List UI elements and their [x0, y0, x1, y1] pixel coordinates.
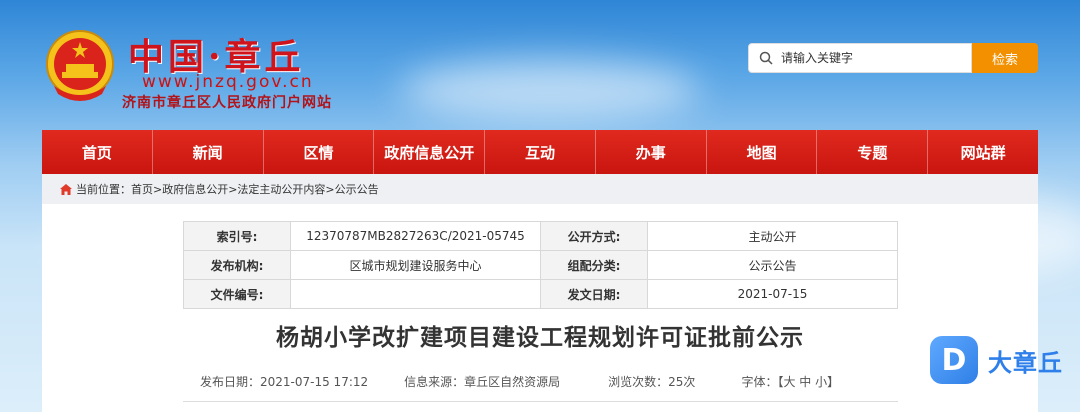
- watermark: D 大章丘: [930, 336, 1063, 384]
- doc-number-label: 文件编号:: [183, 279, 291, 309]
- doc-number-value: [290, 279, 541, 309]
- search-input[interactable]: [781, 51, 951, 65]
- info-source: 信息来源：章丘区自然资源局: [404, 375, 561, 389]
- search-button[interactable]: 检索: [972, 43, 1038, 73]
- search-bar: 检索: [748, 43, 1038, 73]
- watermark-text: 大章丘: [988, 348, 1063, 377]
- index-label: 索引号:: [183, 221, 291, 251]
- document-meta-table: 索引号: 12370787MB2827263C/2021-05745 公开方式:…: [183, 221, 898, 309]
- publisher-value: 区城市规划建设服务中心: [290, 250, 541, 280]
- nav-item-news[interactable]: 新闻: [153, 130, 264, 174]
- watermark-logo-icon: D: [930, 336, 978, 384]
- home-icon: [60, 183, 72, 195]
- nav-item-home[interactable]: 首页: [42, 130, 153, 174]
- breadcrumb: 当前位置：首页>政府信息公开>法定主动公开内容>公示公告: [42, 174, 1038, 204]
- national-emblem-icon: [46, 30, 114, 101]
- site-subtitle: 济南市章丘区人民政府门户网站: [122, 95, 332, 111]
- nav-item-gov-info-disclosure[interactable]: 政府信息公开: [374, 130, 486, 174]
- breadcrumb-text[interactable]: 当前位置：首页>政府信息公开>法定主动公开内容>公示公告: [76, 181, 379, 197]
- publisher-label: 发布机构:: [183, 250, 291, 280]
- category-label: 组配分类:: [540, 250, 648, 280]
- divider: [183, 401, 898, 402]
- site-header: 中国·章丘 www.jnzq.gov.cn 济南市章丘区人民政府门户网站 检索: [0, 0, 1080, 128]
- page-title: 杨胡小学改扩建项目建设工程规划许可证批前公示: [276, 325, 804, 351]
- table-row: 文件编号: 发文日期: 2021-07-15: [183, 279, 898, 309]
- nav-item-topics[interactable]: 专题: [817, 130, 929, 174]
- publish-date: 发布日期：2021-07-15 17:12: [200, 375, 369, 389]
- nav-item-interaction[interactable]: 互动: [485, 130, 596, 174]
- open-mode-value: 主动公开: [647, 221, 898, 251]
- main-nav: 首页 新闻 区情 政府信息公开 互动 办事 地图 专题 网站群: [42, 130, 1038, 174]
- nav-item-site-group[interactable]: 网站群: [928, 130, 1038, 174]
- nav-item-district-info[interactable]: 区情: [264, 130, 375, 174]
- table-row: 索引号: 12370787MB2827263C/2021-05745 公开方式:…: [183, 221, 898, 251]
- main-content: 当前位置：首页>政府信息公开>法定主动公开内容>公示公告 索引号: 123707…: [42, 174, 1038, 412]
- nav-item-map[interactable]: 地图: [707, 130, 818, 174]
- nav-item-services[interactable]: 办事: [596, 130, 707, 174]
- search-box: [748, 43, 972, 73]
- category-value: 公示公告: [647, 250, 898, 280]
- view-count: 浏览次数：25次: [608, 375, 696, 389]
- article-info-bar: 发布日期：2021-07-15 17:12 信息来源：章丘区自然资源局 浏览次数…: [200, 373, 839, 390]
- site-url: www.jnzq.gov.cn: [142, 72, 314, 92]
- index-value: 12370787MB2827263C/2021-05745: [290, 221, 541, 251]
- issue-date-label: 发文日期:: [540, 279, 648, 309]
- issue-date-value: 2021-07-15: [647, 279, 898, 309]
- open-mode-label: 公开方式:: [540, 221, 648, 251]
- search-icon: [759, 51, 773, 65]
- table-row: 发布机构: 区城市规划建设服务中心 组配分类: 公示公告: [183, 250, 898, 280]
- font-size-control[interactable]: 字体：【大 中 小】: [741, 373, 839, 390]
